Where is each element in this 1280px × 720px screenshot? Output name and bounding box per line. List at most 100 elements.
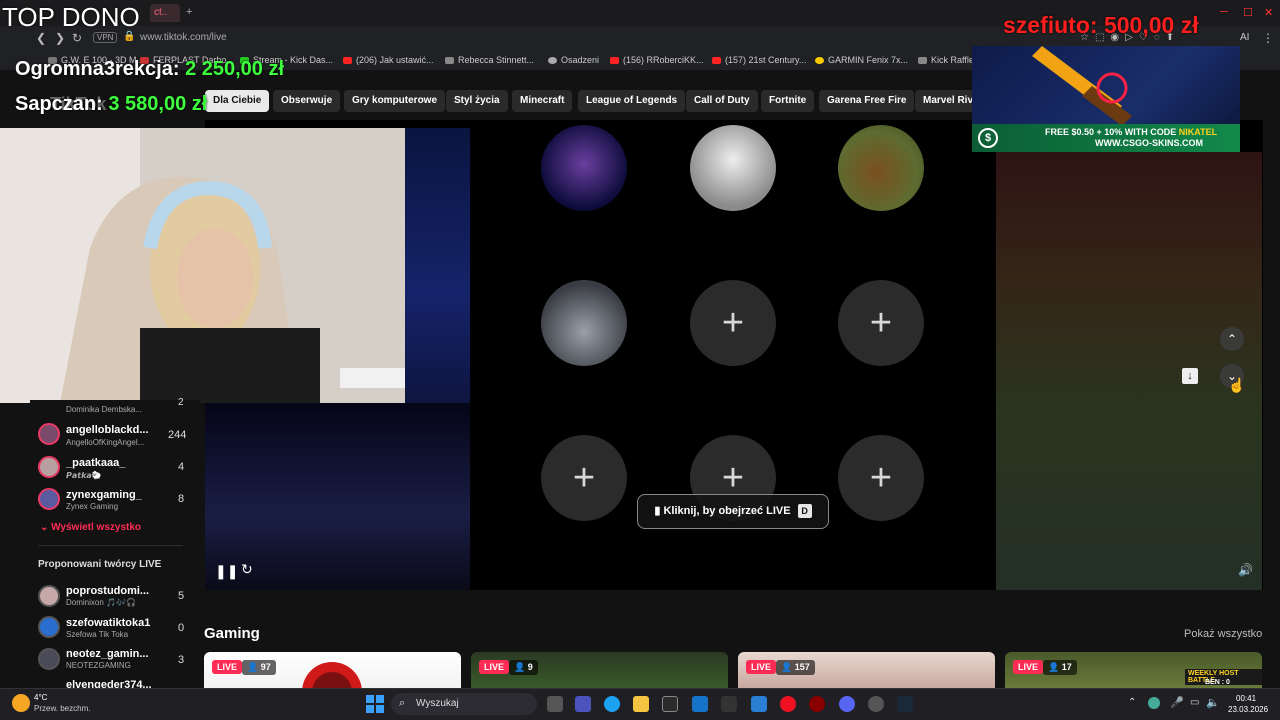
ad-website-text: WWW.CSGO-SKINS.COM <box>1095 138 1203 148</box>
account-subtitle: NEOTEZGAMING <box>66 661 131 670</box>
previous-stream-icon[interactable]: ⌃ <box>1220 327 1244 351</box>
display-icon[interactable]: ▭ <box>1190 697 1199 708</box>
show-all-link[interactable]: Pokaż wszystko <box>1184 628 1262 640</box>
followed-account[interactable] <box>38 423 60 445</box>
speaker-icon[interactable]: 🔈 <box>1206 696 1220 709</box>
bookmark[interactable]: (206) Jak ustawić... <box>343 55 434 65</box>
forward-icon[interactable]: ❯ <box>55 31 65 45</box>
bookmark[interactable]: Osadzeni <box>548 55 599 65</box>
file-explorer-icon[interactable] <box>633 696 649 712</box>
viewer-count: 2 <box>178 397 184 408</box>
chip-minecraft[interactable]: Minecraft <box>512 90 573 112</box>
reload-icon[interactable]: ↻ <box>72 31 82 45</box>
opera-gx-icon[interactable] <box>809 696 825 712</box>
chip-garena-free-fire[interactable]: Garena Free Fire <box>819 90 915 112</box>
chip-styl-zycia[interactable]: Styl życia <box>446 90 508 112</box>
new-tab-button[interactable]: + <box>186 6 192 18</box>
donor-amount: 3 580,00 zł <box>108 93 208 115</box>
guest-avatar[interactable] <box>838 125 924 211</box>
app-icon[interactable] <box>868 696 884 712</box>
add-guest-slot[interactable]: + <box>541 435 627 521</box>
chart-icon: ▮ <box>654 505 661 517</box>
steam-icon[interactable] <box>897 696 913 712</box>
teams-icon[interactable] <box>575 696 591 712</box>
windows-start-icon[interactable] <box>366 695 384 713</box>
stream-card[interactable]: LIVE 👤 17 WEEKLY HOST BATTLE BEN : 0 <box>1005 652 1262 688</box>
vpn-badge[interactable]: VPN <box>93 32 118 43</box>
tray-chevron-icon[interactable]: ⌃ <box>1128 697 1136 708</box>
opera-icon[interactable] <box>780 696 796 712</box>
section-title: Proponowani twórcy LIVE <box>38 559 162 570</box>
discord-icon[interactable] <box>839 696 855 712</box>
chip-call-of-duty[interactable]: Call of Duty <box>686 90 758 112</box>
suggested-account[interactable] <box>38 616 60 638</box>
guest-avatar[interactable] <box>541 125 627 211</box>
taskbar-search-input[interactable] <box>391 693 537 715</box>
tray-app-icon[interactable] <box>1148 697 1160 709</box>
add-guest-slot[interactable]: + <box>690 280 776 366</box>
suggested-account[interactable] <box>38 585 60 607</box>
back-icon[interactable]: ❮ <box>36 31 46 45</box>
app-icon[interactable] <box>721 696 737 712</box>
guest-avatar[interactable] <box>541 280 627 366</box>
stream-card[interactable]: LIVE 👤 9 <box>471 652 728 688</box>
stream-card[interactable]: LIVE 👤 97 <box>204 652 461 688</box>
weather-description[interactable]: Przew. bezchm. <box>34 704 90 713</box>
viewer-badge: 👤 9 <box>509 660 538 675</box>
watch-live-button[interactable]: ▮ Kliknij, by obejrzeć LIVE D <box>637 494 829 529</box>
task-view-icon[interactable] <box>547 696 563 712</box>
bookmark[interactable]: GARMIN Fenix 7x... <box>815 55 908 65</box>
account-name[interactable]: _paatkaaa_ <box>66 457 125 469</box>
chip-gry-komputerowe[interactable]: Gry komputerowe <box>344 90 446 112</box>
mail-icon[interactable] <box>692 696 708 712</box>
mouse-cursor: ☝ <box>1228 377 1246 393</box>
chip-obserwuje[interactable]: Obserwuje <box>273 90 341 112</box>
account-name[interactable]: neotez_gamin... <box>66 648 149 660</box>
chip-marvel-rivals[interactable]: Marvel Riva <box>915 90 977 112</box>
account-name[interactable]: poprostudomi... <box>66 585 149 597</box>
add-guest-slot[interactable]: + <box>838 280 924 366</box>
bookmark[interactable]: Rebecca Stinnett... <box>445 55 534 65</box>
chip-fortnite[interactable]: Fortnite <box>761 90 815 112</box>
show-all-link[interactable]: ⌄ Wyświetl wszystko <box>40 522 141 533</box>
store-icon[interactable] <box>662 696 678 712</box>
account-name[interactable]: szefowatiktoka1 <box>66 617 150 629</box>
microphone-icon[interactable]: 🎤 <box>1170 696 1184 709</box>
guest-avatar[interactable] <box>690 125 776 211</box>
clock-date[interactable]: 23.03.2026 <box>1228 705 1268 714</box>
close-icon[interactable]: ✕ <box>1264 6 1273 19</box>
app-icon[interactable] <box>751 696 767 712</box>
account-name[interactable]: angelloblackd... <box>66 424 149 436</box>
ai-button[interactable]: AI <box>1240 32 1249 43</box>
avatar <box>38 423 60 445</box>
volume-icon[interactable]: 🔊 <box>1238 563 1253 577</box>
bookmark[interactable]: (157) 21st Century... <box>712 55 806 65</box>
chip-league-of-legends[interactable]: League of Legends <box>578 90 686 112</box>
weather-icon[interactable] <box>12 694 30 712</box>
clock-time[interactable]: 00:41 <box>1236 694 1256 703</box>
download-icon[interactable]: ↓ <box>1182 368 1198 384</box>
menu-icon[interactable]: ⋮ <box>1262 31 1274 45</box>
minimize-icon[interactable]: ─ <box>1220 6 1228 18</box>
stream-card[interactable]: LIVE 👤 157 <box>738 652 995 688</box>
followed-account[interactable] <box>38 456 60 478</box>
suggested-account[interactable] <box>38 648 60 670</box>
bookmark[interactable]: Kick Raffle <box>918 55 974 65</box>
avatar <box>38 488 60 510</box>
address-bar[interactable]: www.tiktok.com/live <box>140 32 227 43</box>
maximize-icon[interactable]: ☐ <box>1243 6 1253 19</box>
refresh-icon[interactable]: ↻ <box>241 561 253 578</box>
edge-icon[interactable] <box>604 696 620 712</box>
account-subtitle: 𝙋𝙖𝙩𝙠𝙖🐑 <box>66 471 102 480</box>
bookmark[interactable]: (156) RRoberciKK... <box>610 55 704 65</box>
browser-tab[interactable]: ct.. <box>150 4 180 22</box>
weather-temperature[interactable]: 4°C <box>34 693 47 702</box>
followed-account[interactable] <box>38 488 60 510</box>
account-name[interactable]: zynexgaming_ <box>66 489 142 501</box>
viewer-count: 0 <box>178 622 185 634</box>
account-subtitle: Szefowa Tik Toka <box>66 630 129 639</box>
chip-dla-ciebie[interactable]: Dla Ciebie <box>205 90 270 112</box>
pause-icon[interactable]: ❚❚ <box>215 563 238 580</box>
add-guest-slot[interactable]: + <box>838 435 924 521</box>
account-name[interactable]: elvengeder374... <box>66 679 152 688</box>
